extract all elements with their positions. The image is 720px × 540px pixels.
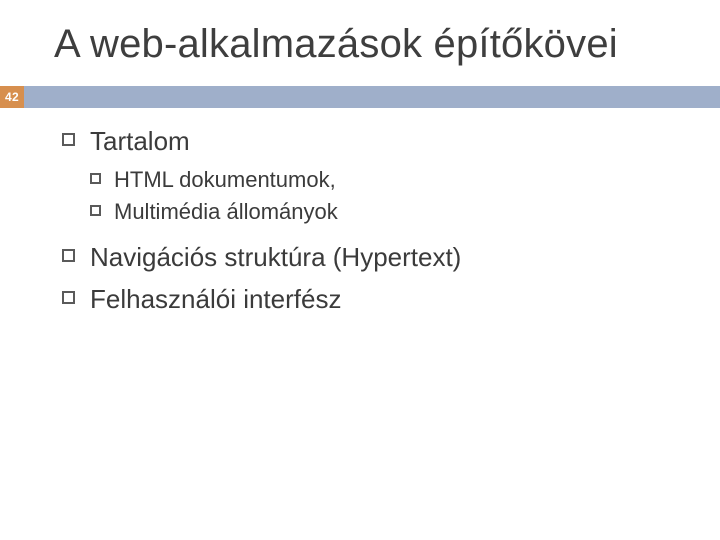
sub-bullet-label: HTML dokumentumok, [114, 167, 336, 192]
slide-body: Tartalom HTML dokumentumok, Multimédia á… [62, 124, 680, 323]
sub-bullet-item: Multimédia állományok [90, 197, 680, 227]
header-stripe [0, 86, 720, 108]
bullet-item: Navigációs struktúra (Hypertext) [62, 240, 680, 275]
sub-bullet-label: Multimédia állományok [114, 199, 338, 224]
sub-bullet-group: HTML dokumentumok, Multimédia állományok [90, 165, 680, 226]
sub-bullet-item: HTML dokumentumok, [90, 165, 680, 195]
slide: A web-alkalmazások építőkövei 42 Tartalo… [0, 0, 720, 540]
bullet-item: Felhasználói interfész [62, 282, 680, 317]
bullet-label: Navigációs struktúra (Hypertext) [90, 242, 461, 272]
page-number-badge: 42 [0, 86, 24, 108]
bullet-label: Felhasználói interfész [90, 284, 341, 314]
slide-title: A web-alkalmazások építőkövei [54, 22, 690, 67]
bullet-label: Tartalom [90, 126, 190, 156]
bullet-item: Tartalom [62, 124, 680, 159]
